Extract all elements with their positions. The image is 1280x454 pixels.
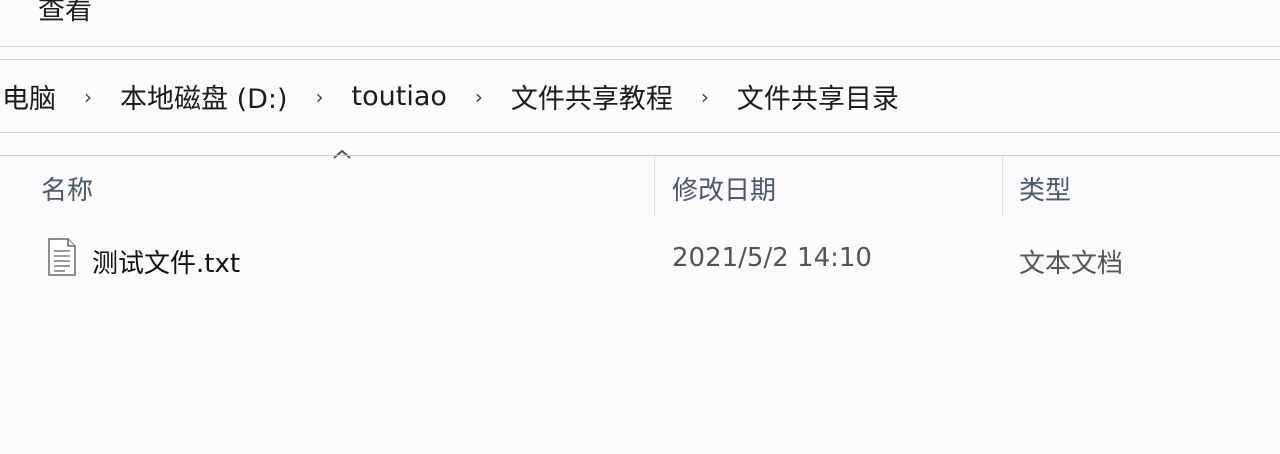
menu-bar: 查看 [0, 0, 1280, 47]
breadcrumb-item-computer[interactable]: 电脑 [0, 77, 58, 116]
breadcrumb-item-tutorial[interactable]: 文件共享教程 [509, 77, 675, 116]
column-divider[interactable] [654, 156, 655, 216]
column-header-name[interactable]: 名称 [41, 170, 93, 207]
breadcrumb-item-share-dir[interactable]: 文件共享目录 [735, 77, 901, 116]
file-list: 名称 修改日期 类型 测试文件.txt 2021/5/2 14:10 文本文档 [0, 155, 1280, 454]
chevron-right-icon[interactable]: › [316, 85, 324, 109]
text-file-icon [48, 238, 76, 276]
file-type: 文本文档 [1019, 249, 1124, 279]
menu-view[interactable]: 查看 [38, 0, 92, 28]
address-bar[interactable]: 电脑 › 本地磁盘 (D:) › toutiao › 文件共享教程 › 文件共享… [0, 59, 1280, 133]
file-modified-date: 2021/5/2 14:10 [672, 243, 872, 273]
chevron-right-icon[interactable]: › [475, 85, 483, 109]
breadcrumb: 电脑 › 本地磁盘 (D:) › toutiao › 文件共享教程 › 文件共享… [0, 60, 901, 132]
chevron-right-icon[interactable]: › [701, 85, 709, 109]
column-header-row: 名称 修改日期 类型 [0, 156, 1280, 216]
file-explorer-window: 查看 电脑 › 本地磁盘 (D:) › toutiao › 文件共享教程 › 文… [0, 0, 1280, 454]
file-name[interactable]: 测试文件.txt [92, 243, 240, 280]
table-row[interactable]: 测试文件.txt 2021/5/2 14:10 文本文档 [0, 226, 1280, 288]
column-divider[interactable] [1002, 156, 1003, 216]
column-header-modified[interactable]: 修改日期 [672, 170, 776, 207]
chevron-right-icon[interactable]: › [84, 85, 92, 109]
breadcrumb-item-local-disk[interactable]: 本地磁盘 (D:) [118, 77, 290, 116]
column-header-type[interactable]: 类型 [1019, 170, 1071, 207]
breadcrumb-item-toutiao[interactable]: toutiao [350, 81, 449, 112]
